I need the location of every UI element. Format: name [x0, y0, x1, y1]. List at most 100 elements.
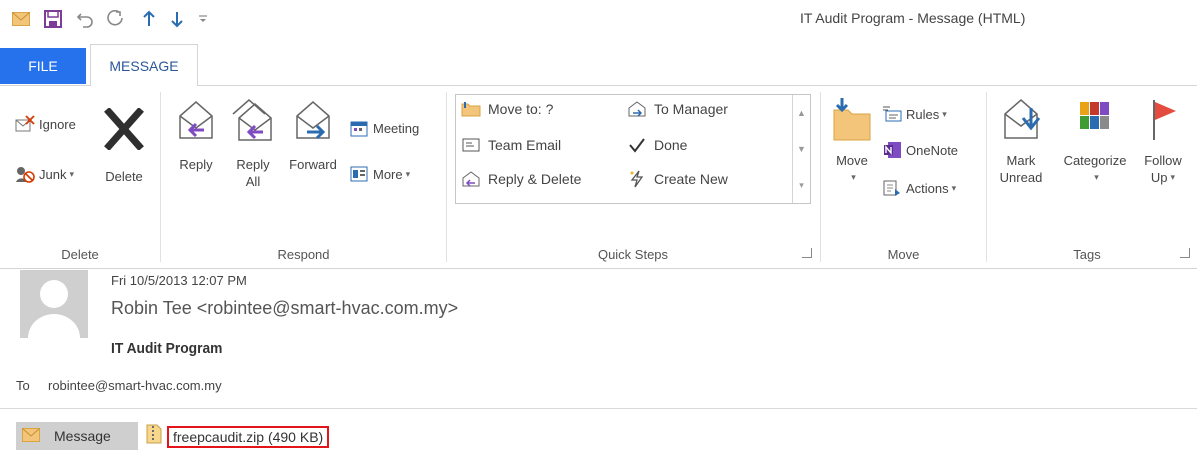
arrow-up-icon[interactable]	[138, 8, 160, 30]
mark-unread-label-2: Unread	[999, 170, 1043, 185]
group-divider	[446, 92, 447, 262]
arrow-down-icon[interactable]	[166, 8, 188, 30]
delete-button[interactable]: Delete	[95, 107, 153, 185]
junk-button[interactable]: Junk ▾	[14, 164, 74, 184]
quick-step-label: To Manager	[654, 101, 728, 117]
reply-icon	[174, 96, 218, 150]
mark-unread-icon	[1001, 96, 1041, 146]
quick-step-label: Move to: ?	[488, 101, 554, 117]
mail-icon	[10, 8, 32, 30]
redo-icon[interactable]	[105, 8, 127, 30]
mail-icon	[22, 428, 44, 444]
move-group: Move ▾ Rules ▾ OneNote Actions ▾ Move	[821, 86, 986, 268]
reply-all-label-1: Reply	[236, 157, 270, 172]
lightning-icon	[626, 169, 648, 189]
title-bar: IT Audit Program - Message (HTML)	[0, 0, 1197, 40]
respond-group-label: Respond	[277, 247, 330, 262]
team-email-icon	[460, 135, 482, 155]
save-icon[interactable]	[42, 8, 64, 30]
junk-label: Junk	[39, 166, 67, 182]
quick-step-move-to[interactable]: Move to: ?	[460, 99, 553, 119]
reply-button[interactable]: Reply	[171, 96, 221, 173]
junk-dropdown-icon[interactable]: ▾	[69, 169, 74, 180]
delete-group-label: Delete	[61, 247, 99, 262]
move-dropdown-icon[interactable]: ▾	[851, 169, 856, 186]
categorize-label: Categorize	[1063, 153, 1127, 168]
header-divider	[0, 408, 1197, 409]
quick-step-to-manager[interactable]: To Manager	[626, 99, 728, 119]
forward-button[interactable]: Forward	[281, 96, 345, 173]
actions-icon	[881, 178, 903, 198]
mark-unread-button[interactable]: Mark Unread	[993, 96, 1049, 186]
rules-button[interactable]: Rules ▾	[881, 104, 947, 124]
categorize-button[interactable]: Categorize ▾	[1053, 96, 1137, 186]
ignore-button[interactable]: Ignore	[14, 114, 76, 134]
follow-up-dropdown-icon[interactable]: ▾	[1171, 169, 1176, 186]
checkmark-icon	[626, 135, 648, 155]
quick-steps-gallery: Move to: ? Team Email Reply & Delete To …	[455, 94, 811, 204]
move-folder-icon	[832, 96, 872, 146]
reply-all-button[interactable]: Reply All	[225, 96, 281, 190]
attachment-zip[interactable]: freepcaudit.zip (490 KB)	[145, 423, 330, 450]
message-date: Fri 10/5/2013 12:07 PM	[111, 273, 247, 288]
to-manager-icon	[626, 99, 648, 119]
rules-label: Rules	[906, 106, 940, 122]
more-dropdown-icon[interactable]: ▾	[406, 169, 411, 180]
more-respond-icon	[348, 164, 370, 184]
forward-label: Forward	[289, 157, 337, 172]
categorize-dropdown-icon[interactable]: ▾	[1094, 169, 1099, 186]
quick-steps-scroll-down[interactable]: ▼	[792, 131, 810, 167]
delete-group: Ignore Junk ▾ Delete Delete	[0, 86, 160, 268]
folder-icon	[460, 99, 482, 119]
delete-icon	[103, 107, 145, 154]
message-body-tab[interactable]: Message	[16, 422, 138, 450]
quick-step-done[interactable]: Done	[626, 135, 687, 155]
quick-steps-expand[interactable]: ▾	[792, 167, 810, 203]
move-label: Move	[836, 153, 868, 168]
quick-step-team-email[interactable]: Team Email	[460, 135, 561, 155]
tags-dialog-launcher[interactable]	[1180, 248, 1190, 258]
quick-steps-group-label: Quick Steps	[597, 247, 669, 262]
customize-toolbar-icon[interactable]	[192, 8, 214, 30]
onenote-icon	[881, 140, 903, 160]
tab-file[interactable]: FILE	[0, 48, 86, 84]
follow-up-label-1: Follow	[1144, 153, 1182, 168]
zip-file-icon	[145, 423, 163, 450]
tab-message[interactable]: MESSAGE	[90, 44, 198, 86]
window-title: IT Audit Program - Message (HTML)	[800, 10, 1026, 26]
rules-dropdown-icon[interactable]: ▾	[942, 109, 947, 120]
message-subject: IT Audit Program	[111, 340, 223, 357]
ignore-label: Ignore	[39, 116, 76, 132]
quick-step-label: Team Email	[488, 137, 562, 153]
quick-steps-dialog-launcher[interactable]	[802, 248, 812, 258]
more-respond-button[interactable]: More ▾	[348, 164, 410, 184]
reply-all-icon	[229, 96, 277, 150]
respond-group: Reply Reply All Forward Meeting More ▾ R…	[161, 86, 446, 268]
actions-dropdown-icon[interactable]: ▾	[952, 183, 957, 194]
forward-icon	[291, 96, 335, 150]
reply-delete-icon	[460, 169, 482, 189]
avatar	[20, 270, 88, 338]
to-label: To	[16, 378, 30, 393]
undo-icon[interactable]	[74, 8, 96, 30]
reply-label: Reply	[179, 157, 213, 172]
quick-step-label: Create New	[654, 171, 728, 187]
follow-up-label-2: Up	[1150, 170, 1168, 185]
quick-step-label: Done	[654, 137, 688, 153]
move-button[interactable]: Move ▾	[829, 96, 875, 186]
quick-step-create-new[interactable]: Create New	[626, 169, 728, 189]
attachment-file-name[interactable]: freepcaudit.zip (490 KB)	[167, 425, 330, 448]
delete-label: Delete	[105, 169, 143, 184]
meeting-button[interactable]: Meeting	[348, 118, 419, 138]
actions-button[interactable]: Actions ▾	[881, 178, 956, 198]
to-recipient[interactable]: robintee@smart-hvac.com.my	[48, 378, 222, 393]
onenote-button[interactable]: OneNote	[881, 140, 958, 160]
message-sender[interactable]: Robin Tee <robintee@smart-hvac.com.my>	[111, 298, 458, 319]
actions-label: Actions	[906, 180, 949, 196]
tags-group-label: Tags	[1073, 247, 1101, 262]
follow-up-button[interactable]: Follow Up ▾	[1137, 96, 1189, 186]
onenote-label: OneNote	[906, 142, 959, 158]
quick-steps-scroll-up[interactable]: ▲	[792, 95, 810, 131]
quick-step-reply-delete[interactable]: Reply & Delete	[460, 169, 581, 189]
ribbon-tabs: FILE MESSAGE	[0, 44, 1197, 86]
